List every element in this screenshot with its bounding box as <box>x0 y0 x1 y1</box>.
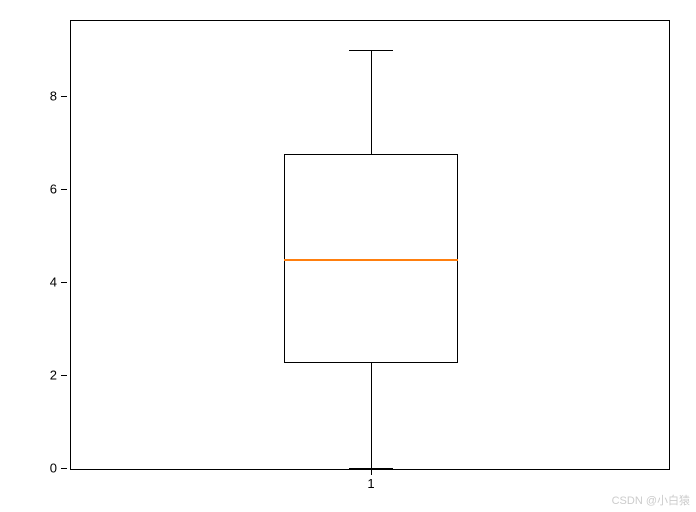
y-tick <box>61 96 67 97</box>
y-tick <box>61 189 67 190</box>
y-tick-label: 0 <box>41 461 57 476</box>
median-line <box>284 259 458 261</box>
upper-whisker <box>371 50 372 154</box>
lower-whisker <box>371 363 372 468</box>
y-tick-label: 4 <box>41 275 57 290</box>
y-tick <box>61 282 67 283</box>
y-tick-label: 2 <box>41 368 57 383</box>
x-tick-label: 1 <box>367 476 374 491</box>
y-tick <box>61 468 67 469</box>
y-tick-label: 6 <box>41 182 57 197</box>
lower-cap <box>349 468 393 469</box>
y-tick <box>61 375 67 376</box>
plot-area: 0 2 4 6 8 1 <box>70 20 670 470</box>
x-tick <box>371 469 372 475</box>
y-tick-label: 8 <box>41 89 57 104</box>
watermark-text: CSDN @小白猿 <box>612 492 690 508</box>
upper-cap <box>349 50 393 51</box>
